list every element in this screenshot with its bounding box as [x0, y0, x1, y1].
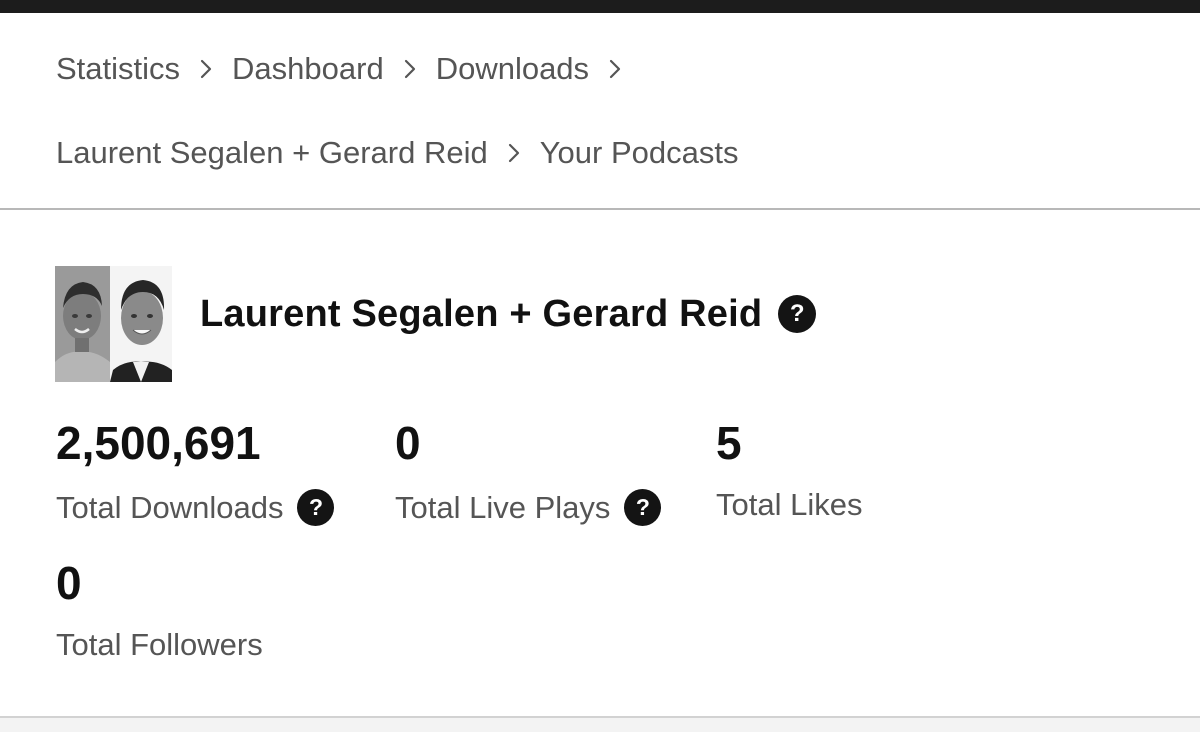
podcast-header: Laurent Segalen + Gerard Reid ?	[55, 266, 817, 382]
stat-value: 0	[395, 417, 421, 469]
stat-label-row: Total Live Plays ?	[395, 489, 662, 526]
stat-total-likes: 5 Total Likes	[716, 420, 862, 520]
chevron-right-icon	[488, 128, 540, 178]
breadcrumb-item-your-podcasts[interactable]: Your Podcasts	[540, 135, 739, 171]
stat-value: 0	[56, 557, 82, 609]
stat-total-followers: 0 Total Followers	[56, 560, 263, 660]
stat-label-row: Total Downloads ?	[56, 489, 335, 526]
question-circle-icon[interactable]: ?	[297, 489, 335, 526]
chevron-right-icon	[384, 44, 436, 94]
stat-label: Total Live Plays	[395, 490, 611, 525]
breadcrumb-item-statistics[interactable]: Statistics	[56, 51, 180, 87]
stat-value: 5	[716, 417, 742, 469]
top-bar	[0, 0, 1200, 13]
breadcrumb-item-dashboard[interactable]: Dashboard	[232, 51, 384, 87]
question-circle-icon[interactable]: ?	[624, 489, 662, 526]
breadcrumb: Statistics Dashboard Downloads Laurent S…	[56, 44, 1156, 178]
breadcrumb-item-podcast[interactable]: Laurent Segalen + Gerard Reid	[56, 135, 488, 171]
stat-label: Total Downloads	[56, 490, 284, 525]
breadcrumb-item-downloads[interactable]: Downloads	[436, 51, 589, 87]
question-circle-icon[interactable]: ?	[778, 295, 817, 333]
chevron-right-icon	[589, 44, 641, 94]
chevron-right-icon	[180, 44, 232, 94]
stat-label-row: Total Followers	[56, 629, 263, 660]
bottom-divider	[0, 716, 1200, 732]
breadcrumb-row-1: Statistics Dashboard Downloads	[56, 44, 1156, 94]
stat-value: 2,500,691	[56, 417, 261, 469]
breadcrumb-row-2: Laurent Segalen + Gerard Reid Your Podca…	[56, 128, 1156, 178]
podcast-title: Laurent Segalen + Gerard Reid	[200, 292, 763, 335]
stat-total-downloads: 2,500,691 Total Downloads ?	[56, 417, 335, 526]
stat-total-live-plays: 0 Total Live Plays ?	[395, 417, 662, 526]
section-divider	[0, 208, 1200, 210]
stat-label: Total Likes	[716, 487, 863, 522]
stat-label-row: Total Likes	[716, 489, 862, 520]
podcast-hosts-avatar	[55, 266, 172, 382]
stat-label: Total Followers	[56, 627, 263, 662]
